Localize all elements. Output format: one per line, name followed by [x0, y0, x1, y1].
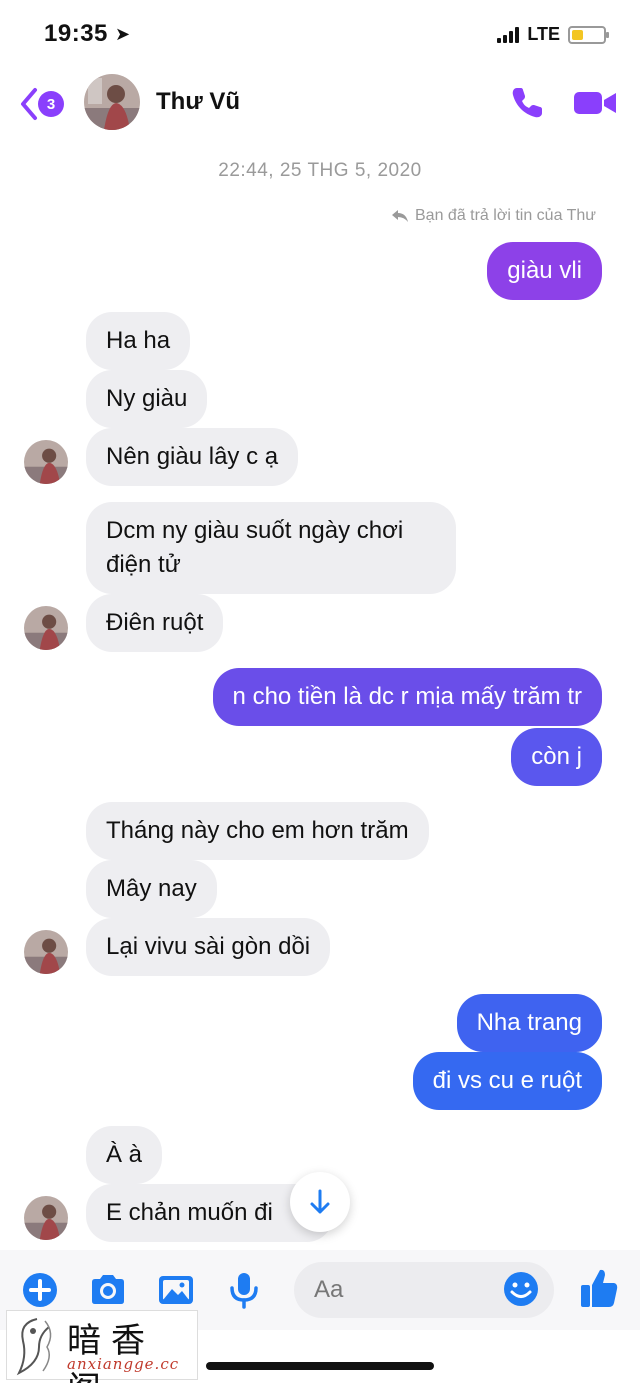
sender-avatar[interactable]: [24, 440, 68, 484]
battery-icon: [568, 25, 609, 44]
camera-icon[interactable]: [88, 1270, 128, 1310]
message-bubble-incoming[interactable]: Ha ha: [86, 312, 191, 370]
message-bubble-incoming[interactable]: Ny giàu: [86, 370, 208, 428]
sender-avatar[interactable]: [24, 1196, 68, 1240]
battery-fill: [572, 29, 583, 40]
home-indicator[interactable]: [206, 1362, 434, 1370]
signal-icon: [497, 26, 520, 43]
reply-arrow-icon: [392, 210, 408, 222]
watermark-logo-icon: [16, 1318, 52, 1376]
message-bubble-outgoing[interactable]: n cho tiền là dc r mịa mấy trăm tr: [212, 668, 602, 726]
back-chevron-icon: [21, 88, 37, 120]
status-bar: 19:35 ➤ LTE: [0, 0, 640, 70]
emoji-icon[interactable]: [502, 1270, 540, 1308]
sender-avatar[interactable]: [24, 930, 68, 974]
message-bubble-outgoing[interactable]: giàu vli: [487, 242, 602, 300]
input-placeholder: Aa: [314, 1276, 344, 1303]
message-bubble-incoming[interactable]: Lại vivu sài gòn dồi: [86, 918, 331, 976]
thumbs-up-icon[interactable]: [578, 1266, 620, 1310]
conversation-timestamp: 22:44, 25 THG 5, 2020: [218, 160, 422, 181]
message-bubble-incoming[interactable]: Dcm ny giàu suốt ngày chơi điện tử: [86, 502, 456, 594]
message-bubble-outgoing[interactable]: Nha trang: [456, 994, 602, 1052]
chat-header: 3 Thư Vũ: [0, 70, 640, 140]
message-bubble-outgoing[interactable]: đi vs cu e ruột: [412, 1052, 602, 1110]
reply-note-text: Bạn đã trả lời tin của Thư: [415, 207, 596, 224]
message-input[interactable]: Aa: [294, 1262, 554, 1318]
contact-name[interactable]: Thư Vũ: [156, 88, 240, 116]
message-bubble-incoming[interactable]: Mây nay: [86, 860, 217, 918]
video-camera-icon[interactable]: [572, 86, 618, 120]
back-button[interactable]: 3: [18, 84, 64, 124]
avatar-image: [24, 440, 68, 484]
reply-note: Bạn đã trả lời tin của Thư: [391, 207, 596, 225]
watermark-url: anxiangge.cc: [67, 1355, 180, 1373]
avatar-image: [84, 74, 140, 130]
watermark: 暗香阁 anxiangge.cc: [6, 1310, 198, 1383]
avatar-image: [24, 930, 68, 974]
status-right: LTE: [497, 24, 609, 45]
avatar-image: [24, 606, 68, 650]
microphone-icon[interactable]: [224, 1270, 264, 1310]
phone-icon[interactable]: [508, 84, 546, 122]
message-bubble-outgoing[interactable]: còn j: [511, 728, 602, 786]
message-bubble-incoming[interactable]: À à: [86, 1126, 163, 1184]
image-icon[interactable]: [156, 1270, 196, 1310]
contact-avatar[interactable]: [84, 74, 140, 130]
scroll-to-bottom-button[interactable]: [290, 1172, 350, 1232]
message-bubble-incoming[interactable]: Điên ruột: [86, 594, 224, 652]
status-time: 19:35: [44, 20, 108, 47]
sender-avatar[interactable]: [24, 606, 68, 650]
plus-icon[interactable]: [20, 1270, 60, 1310]
avatar-image: [24, 1196, 68, 1240]
message-bubble-incoming[interactable]: Nên giàu lây c ạ: [86, 428, 299, 486]
network-label: LTE: [527, 24, 560, 44]
message-bubble-incoming[interactable]: Tháng này cho em hơn trăm: [86, 802, 429, 860]
unread-badge: 3: [38, 91, 64, 117]
location-icon: ➤: [115, 24, 131, 44]
arrow-down-icon: [310, 1189, 330, 1214]
